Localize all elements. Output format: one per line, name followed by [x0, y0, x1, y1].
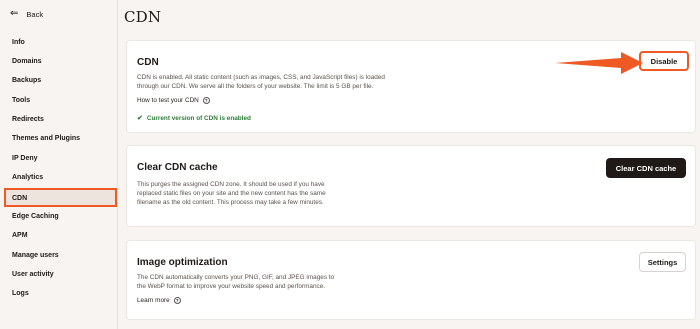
disable-button[interactable]: Disable	[639, 51, 689, 71]
sidebar-item-manage-users[interactable]: Manage users	[12, 250, 59, 262]
sidebar-item-user-activity[interactable]: User activity	[12, 269, 54, 281]
clear-cache-card: Clear CDN cache This purges the assigned…	[126, 145, 696, 227]
image-optimization-card-title: Image optimization	[137, 257, 228, 268]
sidebar-item-analytics[interactable]: Analytics	[12, 172, 43, 184]
back-label: Back	[26, 9, 44, 19]
sidebar: ⇐ Back Info Domains Backups Tools Redire…	[0, 0, 118, 329]
clear-cache-description-line1: This purges the assigned CDN zone. It sh…	[137, 181, 325, 188]
clear-cdn-cache-button[interactable]: Clear CDN cache	[606, 158, 686, 178]
sidebar-item-ip-deny[interactable]: IP Deny	[12, 153, 38, 165]
image-optimization-description-line2: the WebP format to improve your website …	[137, 283, 326, 290]
sidebar-item-logs[interactable]: Logs	[12, 288, 29, 300]
cdn-status-text: Current version of CDN is enabled	[146, 114, 251, 122]
clear-cache-description-line3: filename as the old content. This proces…	[137, 199, 324, 206]
settings-button[interactable]: Settings	[639, 252, 686, 272]
sidebar-item-tools[interactable]: Tools	[12, 95, 30, 107]
cdn-card-title: CDN	[137, 57, 159, 68]
help-icon: ?	[202, 97, 210, 104]
clear-cache-card-title: Clear CDN cache	[137, 162, 218, 173]
check-circle-icon: ✔	[137, 115, 143, 122]
cdn-card-description-line2: through our CDN. We serve all the folder…	[137, 83, 374, 90]
learn-more-link[interactable]: Learn more ?	[137, 297, 181, 304]
learn-more-label: Learn more	[137, 297, 170, 304]
sidebar-item-cdn[interactable]: CDN	[4, 188, 117, 207]
sidebar-item-edge-caching[interactable]: Edge Caching	[12, 211, 59, 223]
image-optimization-card: Image optimization The CDN automatically…	[126, 240, 696, 320]
image-optimization-description-line1: The CDN automatically converts your PNG,…	[137, 274, 335, 281]
back-arrow-icon: ⇐	[10, 8, 19, 19]
sidebar-item-info[interactable]: Info	[12, 37, 25, 49]
how-to-test-cdn-label: How to test your CDN	[137, 97, 199, 104]
help-icon: ?	[173, 297, 181, 304]
sidebar-item-domains[interactable]: Domains	[12, 56, 42, 68]
sidebar-item-themes-and-plugins[interactable]: Themes and Plugins	[12, 133, 80, 145]
how-to-test-cdn-link[interactable]: How to test your CDN ?	[137, 97, 210, 104]
annotation-arrow-icon	[555, 52, 643, 74]
sidebar-item-redirects[interactable]: Redirects	[12, 114, 44, 126]
page-title: CDN	[124, 8, 162, 26]
sidebar-item-backups[interactable]: Backups	[12, 75, 41, 87]
back-link[interactable]: ⇐ Back	[10, 8, 43, 20]
cdn-card-description-line1: CDN is enabled. All static content (such…	[137, 74, 385, 81]
sidebar-item-apm[interactable]: APM	[12, 230, 28, 242]
cdn-status: ✔ Current version of CDN is enabled	[137, 114, 251, 123]
clear-cache-description-line2: replaced static files on your site and t…	[137, 190, 326, 197]
